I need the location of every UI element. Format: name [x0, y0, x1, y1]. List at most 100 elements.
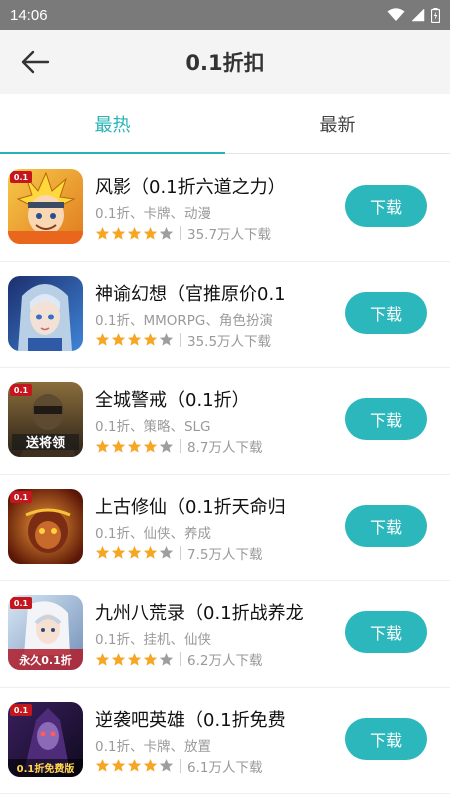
wifi-icon: [387, 8, 405, 21]
download-button[interactable]: 下载: [345, 398, 427, 440]
game-icon: [8, 275, 83, 351]
star-filled-icon: [143, 332, 158, 346]
page-title: 0.1折扣: [185, 51, 265, 75]
rating-stars: [95, 545, 174, 560]
tab-bar: 最热 最新: [0, 94, 450, 154]
game-name: 上古修仙（0.1折天命归: [95, 496, 286, 518]
star-filled-icon: [127, 652, 142, 666]
star-empty-icon: [159, 332, 174, 346]
game-list: 0.1 风影（0.1折六道之力） 0.1折、卡牌、动漫 35.7万人下载 下载: [0, 155, 450, 794]
icon-caption: 永久0.1折: [18, 653, 72, 667]
meta-divider: [180, 652, 181, 666]
meta-divider: [180, 758, 181, 773]
star-filled-icon: [111, 545, 126, 559]
status-time: 14:06: [10, 6, 48, 24]
star-empty-icon: [159, 545, 174, 559]
rating-stars: [95, 332, 174, 347]
svg-text:0.1: 0.1: [14, 706, 29, 715]
tab-label: 最新: [319, 114, 356, 136]
list-item[interactable]: 0.1 永久0.1折 九州八荒录（0.1折战养龙 0.1折、挂机、仙侠 6.2万…: [0, 581, 450, 688]
star-empty-icon: [159, 652, 174, 666]
star-filled-icon: [95, 226, 110, 240]
star-filled-icon: [95, 545, 110, 559]
tab-newest[interactable]: 最新: [225, 94, 450, 153]
star-empty-icon: [159, 758, 174, 772]
list-item[interactable]: 0.1 送将领 全城警戒（0.1折） 0.1折、策略、SLG 8.7万人下载 下…: [0, 368, 450, 475]
game-icon: 0.1 0.1折免费版: [8, 701, 83, 777]
game-name: 风影（0.1折六道之力）: [95, 177, 286, 198]
download-count: 7.5万人下载: [187, 546, 263, 563]
rating-stars: [95, 439, 174, 454]
back-button[interactable]: [18, 46, 52, 78]
game-name: 九州八荒录（0.1折战养龙: [95, 603, 304, 624]
star-filled-icon: [127, 758, 142, 772]
star-filled-icon: [127, 332, 142, 346]
star-filled-icon: [143, 758, 158, 772]
game-icon: 0.1 送将领: [8, 382, 83, 457]
svg-text:0.1: 0.1: [14, 493, 29, 502]
list-item[interactable]: 0.1 0.1折免费版 逆袭吧英雄（0.1折免费 0.1折、卡牌、放置 6.1万…: [0, 688, 450, 794]
icon-caption: 送将领: [25, 435, 65, 451]
tab-indicator: [0, 152, 225, 154]
game-tags: 0.1折、仙侠、养成: [95, 525, 211, 542]
star-filled-icon: [95, 439, 110, 453]
svg-text:0.1: 0.1: [14, 386, 29, 395]
game-icon: 0.1: [8, 488, 83, 564]
star-filled-icon: [111, 758, 126, 772]
star-filled-icon: [111, 332, 126, 346]
rating-stars: [95, 758, 174, 773]
status-bar: 14:06: [0, 0, 450, 30]
game-tags: 0.1折、卡牌、动漫: [95, 206, 211, 222]
star-filled-icon: [111, 652, 126, 666]
star-filled-icon: [127, 545, 142, 559]
game-meta: 7.5万人下载: [95, 544, 263, 563]
tab-hottest[interactable]: 最热: [0, 94, 225, 153]
meta-divider: [180, 226, 181, 240]
star-empty-icon: [159, 226, 174, 240]
game-tags: 0.1折、策略、SLG: [95, 419, 211, 435]
svg-text:0.1: 0.1: [14, 173, 29, 182]
star-filled-icon: [111, 226, 126, 240]
download-button[interactable]: 下载: [345, 185, 427, 227]
meta-divider: [180, 545, 181, 560]
star-filled-icon: [143, 226, 158, 240]
game-name: 全城警戒（0.1折）: [95, 390, 250, 411]
game-icon: 0.1: [8, 169, 83, 244]
star-filled-icon: [95, 652, 110, 666]
star-filled-icon: [95, 758, 110, 772]
game-meta: 35.5万人下载: [95, 331, 272, 350]
list-item[interactable]: 神谕幻想（官推原价0.1 0.1折、MMORPG、角色扮演 35.5万人下载 下…: [0, 262, 450, 368]
download-count: 6.1万人下载: [187, 759, 263, 776]
game-meta: 6.2万人下载: [95, 650, 263, 669]
game-name: 逆袭吧英雄（0.1折免费: [95, 709, 286, 731]
download-count: 35.7万人下载: [187, 227, 272, 243]
download-count: 6.2万人下载: [187, 653, 263, 669]
download-button[interactable]: 下载: [345, 291, 427, 334]
game-icon: 0.1 永久0.1折: [8, 595, 83, 670]
app-bar: 0.1折扣: [0, 30, 450, 94]
meta-divider: [180, 439, 181, 453]
star-filled-icon: [127, 439, 142, 453]
star-filled-icon: [143, 439, 158, 453]
download-button[interactable]: 下载: [345, 717, 427, 760]
list-item[interactable]: 0.1 上古修仙（0.1折天命归 0.1折、仙侠、养成 7.5万人下载 下载: [0, 475, 450, 581]
download-button[interactable]: 下载: [345, 504, 427, 547]
download-count: 35.5万人下载: [187, 333, 272, 350]
tab-label: 最热: [94, 114, 131, 136]
game-tags: 0.1折、MMORPG、角色扮演: [95, 312, 273, 329]
list-item[interactable]: 0.1 风影（0.1折六道之力） 0.1折、卡牌、动漫 35.7万人下载 下载: [0, 155, 450, 262]
game-tags: 0.1折、卡牌、放置: [95, 738, 211, 755]
status-icons: [387, 7, 440, 23]
download-button[interactable]: 下载: [345, 611, 427, 653]
star-filled-icon: [143, 545, 158, 559]
game-meta: 8.7万人下载: [95, 437, 262, 456]
star-empty-icon: [159, 439, 174, 453]
rating-stars: [95, 226, 174, 241]
rating-stars: [95, 652, 174, 667]
game-tags: 0.1折、挂机、仙侠: [95, 632, 211, 648]
game-meta: 35.7万人下载: [95, 224, 272, 243]
star-filled-icon: [95, 332, 110, 346]
arrow-left-icon: [21, 50, 50, 74]
icon-caption: 0.1折免费版: [17, 762, 75, 775]
star-filled-icon: [111, 439, 126, 453]
